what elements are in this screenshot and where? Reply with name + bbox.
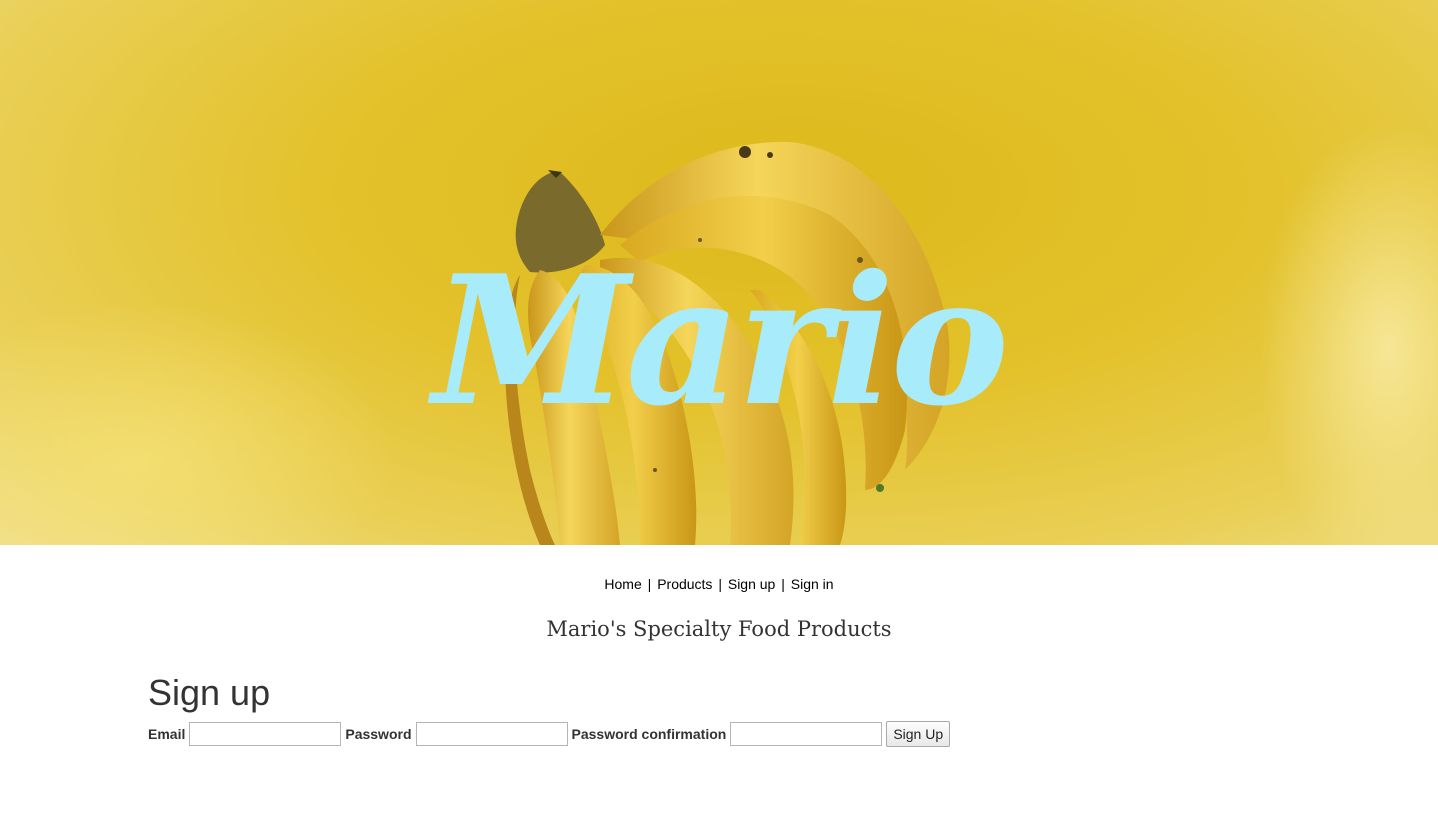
password-label: Password	[345, 726, 412, 742]
page-title: Sign up	[148, 672, 271, 713]
password-confirmation-field[interactable]	[730, 722, 883, 746]
hero-banner: Mario	[0, 0, 1438, 545]
main-nav: Home | Products | Sign up | Sign in	[0, 575, 1438, 593]
nav-link-sign-in[interactable]: Sign in	[791, 576, 834, 592]
password-field[interactable]	[415, 722, 568, 746]
signup-form: Email Password Password confirmation Sig…	[148, 721, 1438, 747]
password-confirmation-label: Password confirmation	[571, 726, 727, 742]
nav-link-products[interactable]: Products	[657, 576, 712, 592]
nav-separator: |	[718, 576, 722, 592]
nav-link-sign-up[interactable]: Sign up	[728, 576, 775, 592]
signup-section: Sign up Email Password Password confirma…	[148, 673, 1438, 747]
nav-separator: |	[647, 576, 652, 592]
email-label: Email	[148, 726, 186, 742]
site-tagline: Mario's Specialty Food Products	[546, 617, 892, 641]
email-field[interactable]	[189, 722, 342, 746]
sign-up-button[interactable]: Sign Up	[886, 721, 951, 747]
mario-logo: Mario	[432, 236, 1010, 445]
nav-separator: |	[781, 576, 785, 592]
nav-link-home[interactable]: Home	[604, 576, 641, 592]
